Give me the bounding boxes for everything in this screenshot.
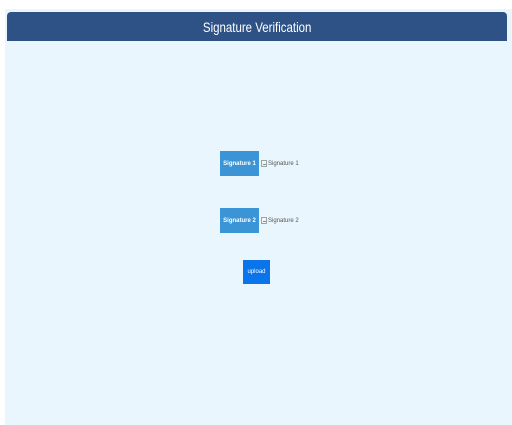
broken-image-icon xyxy=(261,217,267,224)
signature-1-button[interactable]: Signature 1 xyxy=(220,151,259,176)
page-title: Signature Verification xyxy=(202,18,312,35)
signature-row-2: Signature 2 Signature 2 xyxy=(220,208,299,233)
signature-2-alt-text: Signature 2 xyxy=(268,217,299,224)
signature-1-alt-text: Signature 1 xyxy=(268,160,299,167)
signature-2-image: Signature 2 xyxy=(261,214,299,228)
broken-image-icon xyxy=(261,160,267,167)
signature-row-1: Signature 1 Signature 1 xyxy=(220,151,299,176)
header-bar: Signature Verification xyxy=(7,12,507,41)
upload-button[interactable]: upload xyxy=(243,260,270,284)
signature-1-image: Signature 1 xyxy=(261,157,299,171)
signature-2-button[interactable]: Signature 2 xyxy=(220,208,259,233)
